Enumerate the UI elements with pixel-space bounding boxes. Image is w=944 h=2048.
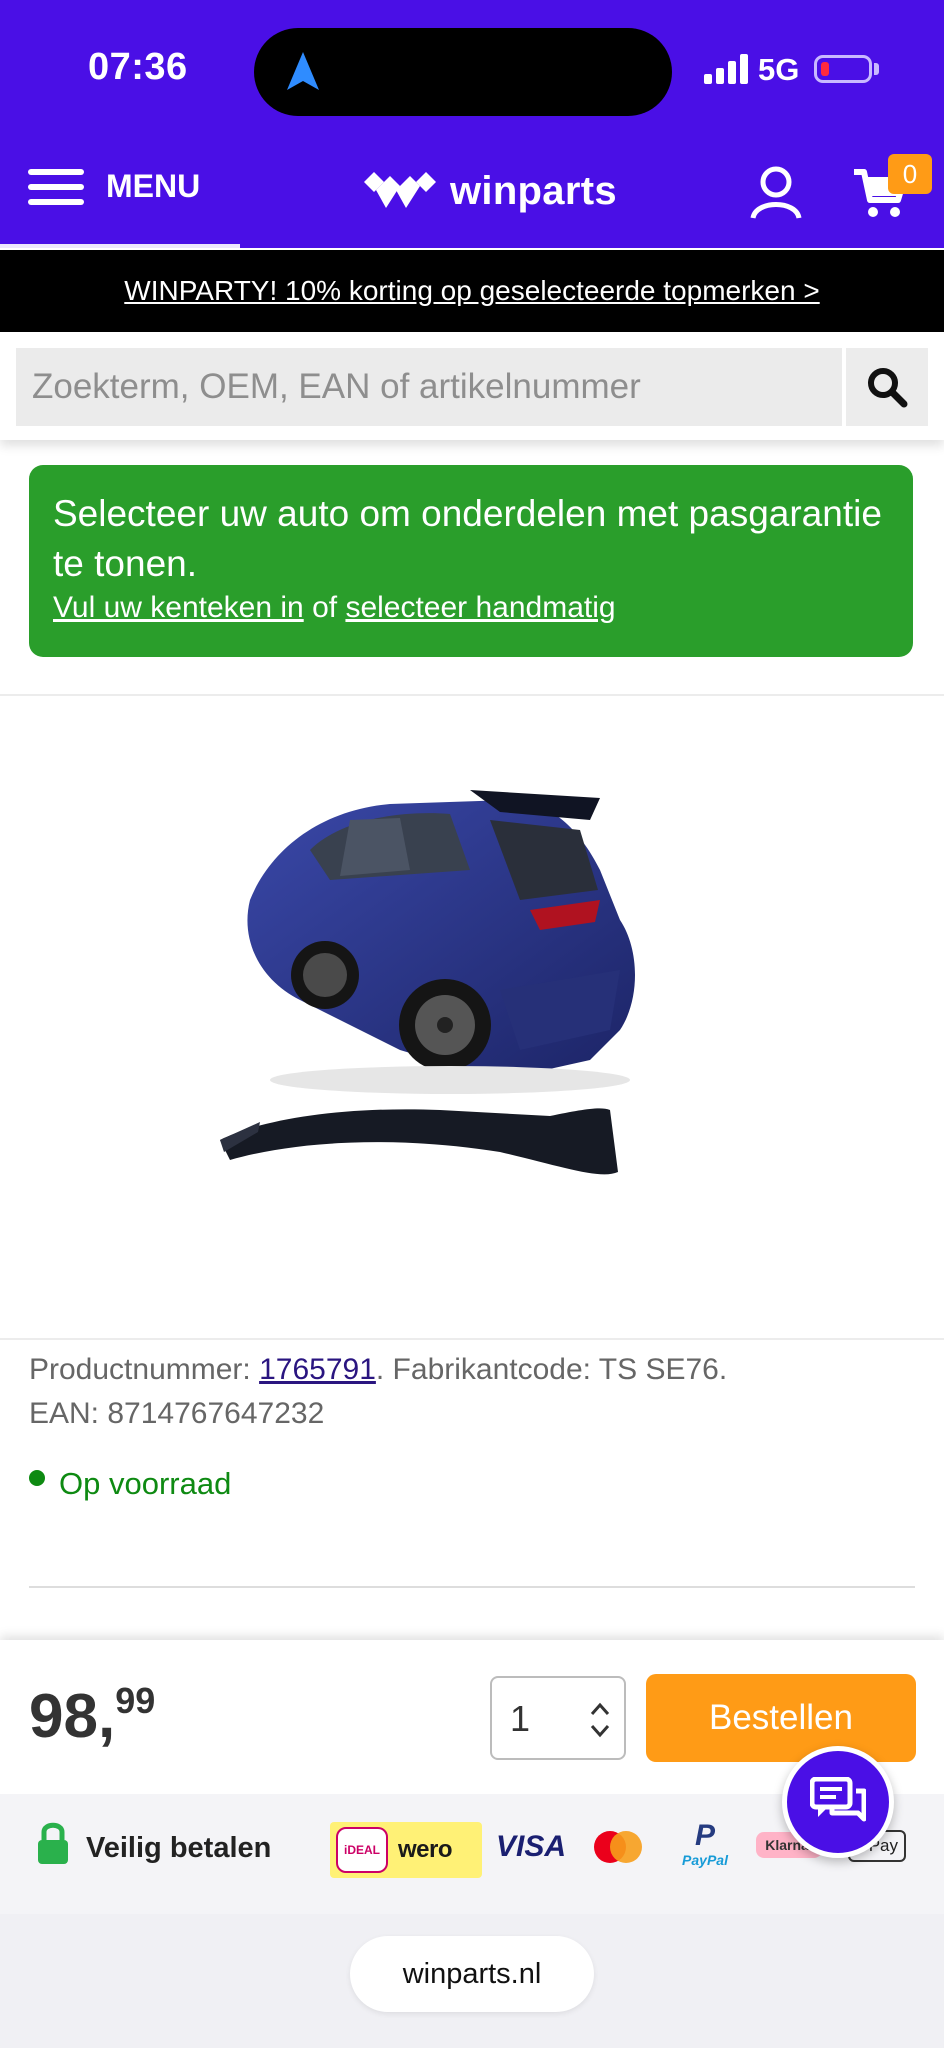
chat-icon (810, 1777, 866, 1822)
ideal-wero-badge: iDEAL wero (330, 1822, 482, 1878)
secure-payment-label: Veilig betalen (86, 1832, 272, 1864)
product-meta: Productnummer: 1765791. Fabrikantcode: T… (29, 1348, 727, 1436)
mastercard-icon (594, 1831, 642, 1863)
ideal-logo: iDEAL (336, 1827, 388, 1873)
chevron-up-down-icon (590, 1702, 610, 1738)
price-decimals: 99 (115, 1680, 156, 1721)
price-integer: 98 (29, 1682, 98, 1751)
paypal-text: PayPal (682, 1852, 728, 1868)
price: 98,99 (29, 1680, 155, 1752)
signal-icon (704, 54, 748, 84)
vehicle-selector-box: Selecteer uw auto om onderdelen met pasg… (29, 465, 913, 657)
lock-icon (38, 1822, 68, 1864)
vehicle-selector-links: Vul uw kenteken in of selecteer handmati… (53, 591, 889, 625)
enter-plate-link[interactable]: Vul uw kenteken in (53, 591, 304, 624)
promo-link[interactable]: WINPARTY! 10% korting op geselecteerde t… (124, 275, 819, 306)
menu-label: MENU (106, 168, 201, 204)
quantity-value: 1 (510, 1698, 531, 1739)
divider (0, 694, 944, 696)
hamburger-icon (28, 168, 84, 205)
product-number-label: Productnummer: (29, 1353, 251, 1386)
stock-status: Op voorraad (29, 1466, 231, 1502)
menu-underline (0, 244, 240, 248)
stock-dot-icon (29, 1470, 45, 1486)
ean: EAN: 8714767647232 (29, 1397, 325, 1430)
network-label: 5G (758, 52, 800, 87)
divider (0, 1338, 944, 1340)
maker-code: . Fabrikantcode: TS SE76. (375, 1353, 728, 1386)
vehicle-selector-text: Selecteer uw auto om onderdelen met pasg… (53, 493, 882, 584)
search-icon (868, 368, 908, 408)
search-input[interactable] (16, 348, 842, 426)
dynamic-island (254, 28, 672, 116)
battery-cap (874, 63, 879, 75)
vehicle-connector: of (312, 591, 338, 624)
browser-bar: winparts.nl (0, 1914, 944, 2048)
product-number-link[interactable]: 1765791 (259, 1353, 376, 1386)
navigation-arrow-icon (287, 52, 319, 90)
battery-icon (814, 55, 872, 83)
chat-button[interactable] (782, 1746, 894, 1858)
url-bar[interactable]: winparts.nl (350, 1936, 594, 2012)
search-button[interactable] (846, 348, 928, 426)
price-separator: , (97, 1682, 116, 1751)
header-bar: 07:36 5G MENU winparts 0 (0, 0, 944, 248)
logo-text: winparts (450, 168, 617, 213)
status-time: 07:36 (88, 46, 188, 88)
promo-banner: WINPARTY! 10% korting op geselecteerde t… (0, 250, 944, 332)
divider (29, 1586, 915, 1588)
cart-count-badge: 0 (888, 154, 932, 194)
winparts-logo-icon (364, 172, 436, 208)
visa-logo: VISA (496, 1830, 567, 1863)
quantity-select[interactable]: 1 (490, 1676, 626, 1760)
account-icon[interactable] (748, 164, 804, 220)
order-button[interactable]: Bestellen (646, 1674, 916, 1762)
select-manual-link[interactable]: selecteer handmatig (345, 591, 615, 624)
stock-text: Op voorraad (59, 1466, 232, 1501)
wero-logo: wero (398, 1836, 453, 1863)
logo[interactable]: winparts (360, 168, 617, 214)
product-image[interactable] (200, 760, 740, 1240)
menu-button[interactable]: MENU (28, 168, 200, 205)
paypal-logo: P PayPal (676, 1820, 734, 1880)
search-bar (0, 332, 944, 440)
